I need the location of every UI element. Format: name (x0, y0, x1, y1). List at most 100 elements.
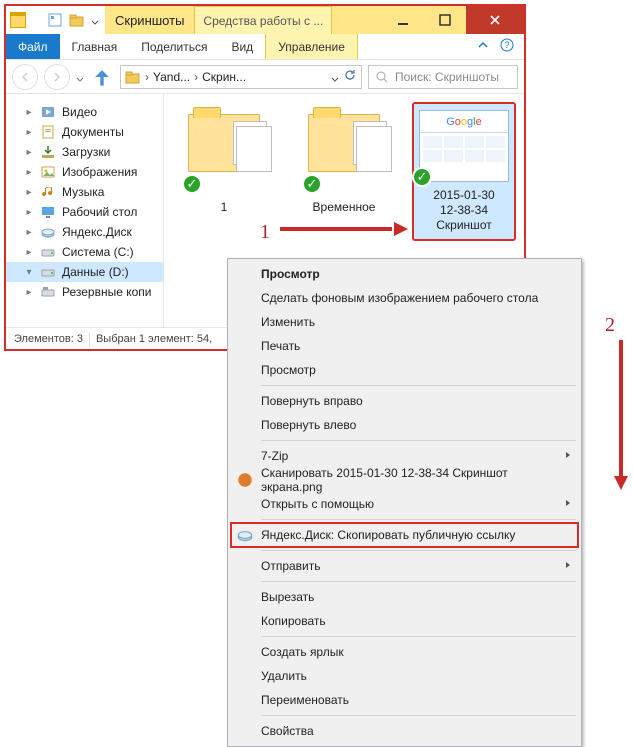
ribbon-expand-icon[interactable] (476, 38, 490, 55)
tree-item-label: Яндекс.Диск (62, 225, 132, 239)
expand-icon[interactable]: ▸ (24, 167, 34, 178)
search-input[interactable]: Поиск: Скриншоты (368, 65, 518, 89)
status-count: Элементов: 3 (14, 333, 83, 345)
titlebar-left (6, 6, 30, 34)
menu-item-label: Переименовать (261, 693, 349, 707)
menu-item-24[interactable]: Свойства (231, 719, 578, 743)
qa-dropdown-icon[interactable] (91, 16, 99, 24)
sidebar-item-3[interactable]: ▸ Изображения (6, 162, 163, 182)
sidebar-item-5[interactable]: ▸Рабочий стол (6, 202, 163, 222)
history-dropdown-icon[interactable] (76, 73, 84, 81)
menu-separator (261, 636, 576, 637)
up-button[interactable] (90, 65, 114, 89)
expand-icon[interactable]: ▸ (24, 127, 34, 138)
tree-item-label: Изображения (62, 165, 137, 179)
chevron-right-icon[interactable]: › (194, 70, 198, 84)
tree-item-icon (40, 244, 56, 260)
crumb-screenshots[interactable]: Скрин... (202, 70, 246, 84)
ribbon: Файл Главная Поделиться Вид Управление ? (6, 34, 524, 60)
menu-item-1[interactable]: Сделать фоновым изображением рабочего ст… (231, 286, 578, 310)
breadcrumb[interactable]: › Yand... › Скрин... (120, 65, 362, 89)
sidebar-item-0[interactable]: ▸Видео (6, 102, 163, 122)
menu-item-3[interactable]: Печать (231, 334, 578, 358)
menu-item-4[interactable]: Просмотр (231, 358, 578, 382)
file-item-2[interactable]: Google✓2015-01-3012-38-34Скриншот (414, 104, 514, 239)
tree-item-icon (40, 184, 56, 200)
menu-item-13[interactable]: Яндекс.Диск: Скопировать публичную ссылк… (231, 523, 578, 547)
contextual-tab[interactable]: Средства работы с ... (194, 6, 332, 34)
file-name: 2015-01-3012-38-34Скриншот (418, 188, 510, 233)
search-placeholder: Поиск: Скриншоты (395, 70, 499, 84)
window-title: Скриншоты (105, 6, 194, 34)
refresh-icon[interactable] (343, 68, 357, 85)
sidebar-item-4[interactable]: ▸ Музыка (6, 182, 163, 202)
sidebar-item-8[interactable]: ▾Данные (D:) (6, 262, 163, 282)
tree-item-icon (40, 224, 56, 240)
expand-icon[interactable]: ▾ (24, 267, 34, 278)
properties-icon[interactable] (47, 12, 63, 28)
menu-item-17[interactable]: Вырезать (231, 585, 578, 609)
submenu-arrow-icon (564, 450, 572, 462)
expand-icon[interactable]: ▸ (24, 187, 34, 198)
maximize-button[interactable] (424, 6, 466, 34)
menu-item-20[interactable]: Создать ярлык (231, 640, 578, 664)
sidebar-item-1[interactable]: ▸ Документы (6, 122, 163, 142)
menu-item-15[interactable]: Отправить (231, 554, 578, 578)
help-icon[interactable]: ? (500, 38, 514, 55)
sidebar-item-9[interactable]: ▸Резервные копи (6, 282, 163, 302)
menu-item-7[interactable]: Повернуть влево (231, 413, 578, 437)
new-folder-icon[interactable] (69, 12, 85, 28)
tab-share[interactable]: Поделиться (129, 34, 219, 59)
menu-separator (261, 550, 576, 551)
menu-item-label: Создать ярлык (261, 645, 344, 659)
sidebar-item-7[interactable]: ▸Система (C:) (6, 242, 163, 262)
scan-icon (236, 471, 254, 489)
close-button[interactable] (466, 6, 524, 34)
crumb-dropdown-icon[interactable] (331, 73, 339, 81)
menu-item-6[interactable]: Повернуть вправо (231, 389, 578, 413)
file-name: Временное (294, 200, 394, 215)
tree-item-icon (40, 264, 56, 280)
forward-button[interactable] (44, 64, 70, 90)
crumb-yandex[interactable]: Yand... (153, 70, 190, 84)
menu-item-0[interactable]: Просмотр (231, 262, 578, 286)
tab-manage[interactable]: Управление (265, 34, 358, 59)
expand-icon[interactable]: ▸ (24, 287, 34, 298)
menu-item-2[interactable]: Изменить (231, 310, 578, 334)
menu-item-label: Просмотр (261, 267, 320, 281)
submenu-arrow-icon (564, 498, 572, 510)
nav-tree[interactable]: ▸Видео▸Документы▸Загрузки▸Изображения▸Му… (6, 94, 164, 327)
chevron-right-icon[interactable]: › (145, 70, 149, 84)
tree-item-icon (40, 104, 56, 120)
expand-icon[interactable]: ▸ (24, 147, 34, 158)
sidebar-item-6[interactable]: ▸ Яндекс.Диск (6, 222, 163, 242)
menu-item-label: Повернуть вправо (261, 394, 363, 408)
expand-icon[interactable]: ▸ (24, 247, 34, 258)
sidebar-item-2[interactable]: ▸ Загрузки (6, 142, 163, 162)
folder-icon (10, 12, 26, 28)
tab-view[interactable]: Вид (219, 34, 265, 59)
menu-item-10[interactable]: Сканировать 2015-01-30 12-38-34 Скриншот… (231, 468, 578, 492)
quick-access-toolbar (30, 6, 105, 34)
tree-item-icon (40, 124, 56, 140)
expand-icon[interactable]: ▸ (24, 207, 34, 218)
expand-icon[interactable]: ▸ (24, 227, 34, 238)
titlebar: Скриншоты Средства работы с ... (6, 6, 524, 34)
menu-item-label: Сделать фоновым изображением рабочего ст… (261, 291, 538, 305)
tab-main[interactable]: Главная (60, 34, 130, 59)
tab-file[interactable]: Файл (6, 34, 60, 59)
menu-item-9[interactable]: 7-Zip (231, 444, 578, 468)
file-item-0[interactable]: ✓1 (174, 104, 274, 215)
menu-item-11[interactable]: Открыть с помощью (231, 492, 578, 516)
back-button[interactable] (12, 64, 38, 90)
tree-item-label: Загрузки (62, 145, 110, 159)
minimize-button[interactable] (382, 6, 424, 34)
tree-item-label: Музыка (62, 185, 104, 199)
menu-item-18[interactable]: Копировать (231, 609, 578, 633)
menu-item-21[interactable]: Удалить (231, 664, 578, 688)
annotation-2: 2 (605, 315, 615, 335)
file-item-1[interactable]: ✓Временное (294, 104, 394, 215)
tree-item-label: Документы (62, 125, 124, 139)
expand-icon[interactable]: ▸ (24, 107, 34, 118)
menu-separator (261, 581, 576, 582)
